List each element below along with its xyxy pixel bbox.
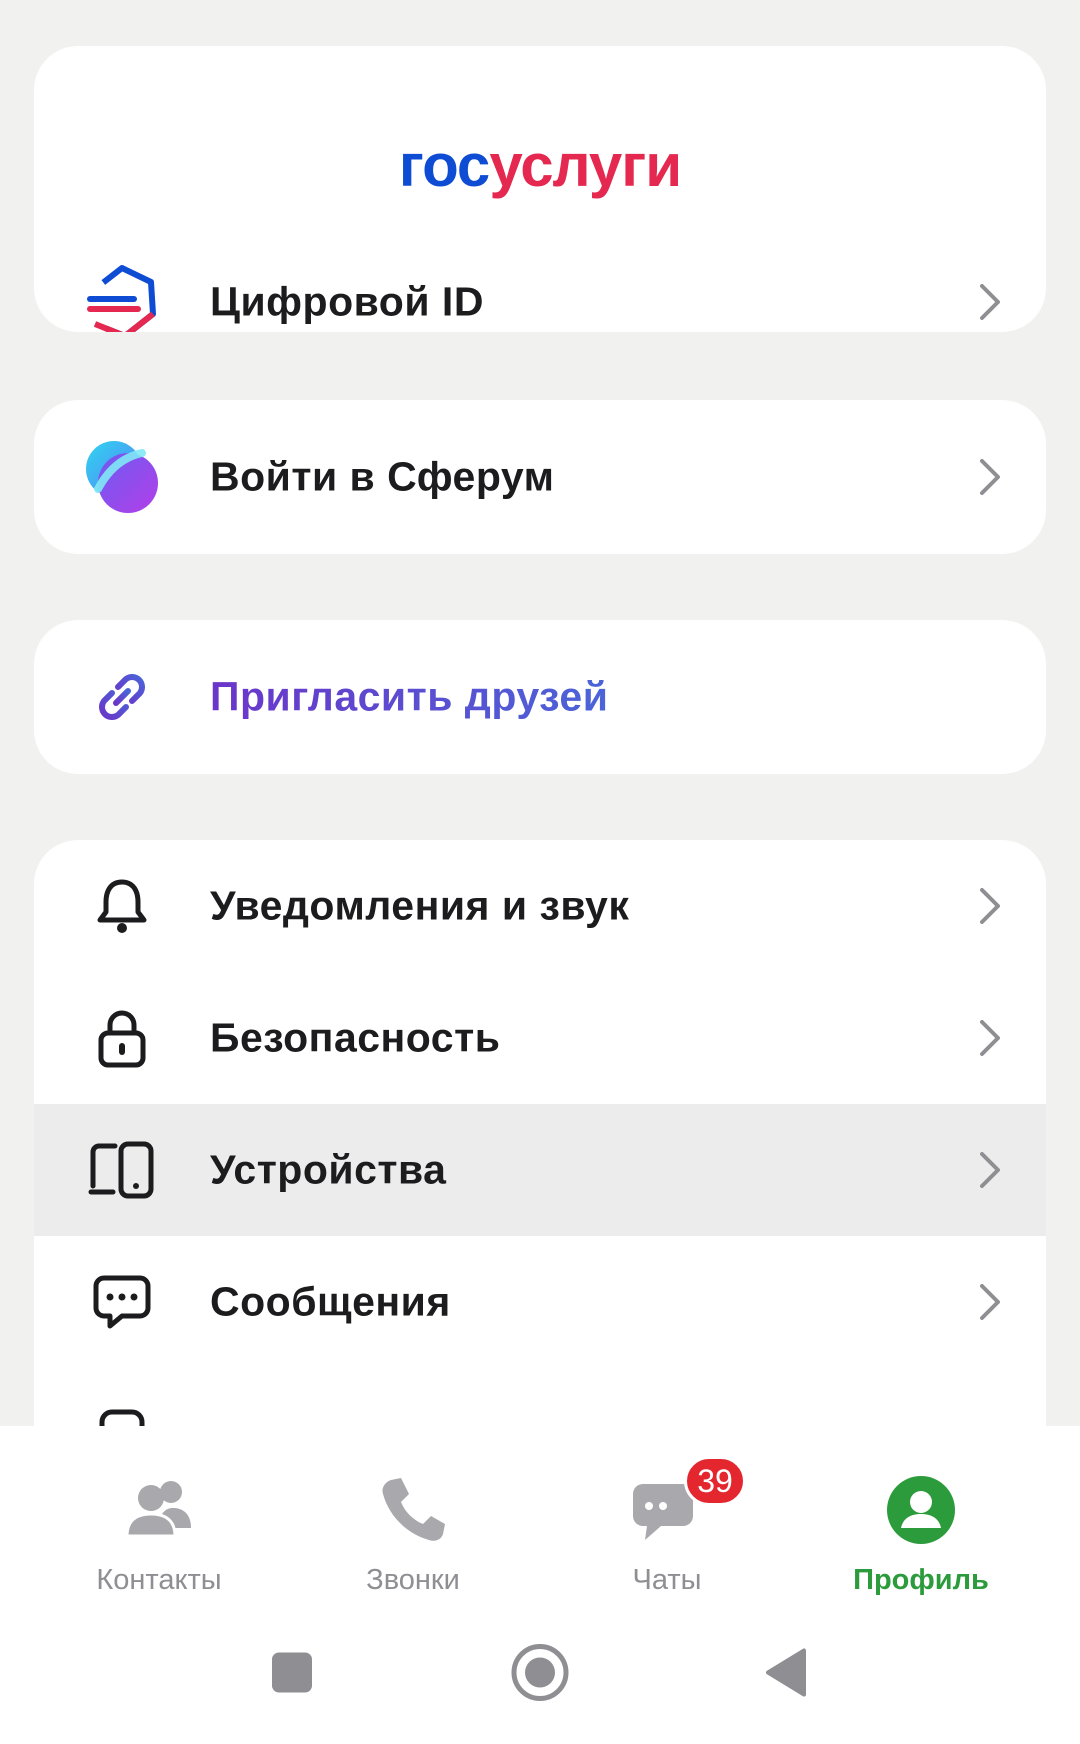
chevron-right-icon <box>980 459 1000 495</box>
invite-friends-label: Пригласить друзей <box>210 673 609 720</box>
digital-id-label: Цифровой ID <box>210 278 484 325</box>
sferum-card: Войти в Сферум <box>34 400 1046 554</box>
nav-tab-label: Чаты <box>632 1564 702 1596</box>
back-triangle-icon <box>766 1648 806 1697</box>
nav-tab-label: Контакты <box>96 1564 222 1596</box>
settings-item-label: Устройства <box>210 1146 447 1193</box>
home-button[interactable] <box>510 1643 570 1708</box>
gosuslugi-card: госуслуги Цифровой ID <box>34 46 1046 332</box>
gosuslugi-logo-part2: услуги <box>489 132 682 199</box>
sferum-row[interactable]: Войти в Сферум <box>34 400 1046 554</box>
settings-item-label: Безопасность <box>210 1014 501 1061</box>
contacts-icon <box>125 1481 191 1538</box>
phone-icon <box>382 1478 445 1541</box>
nav-tab-label: Звонки <box>366 1564 460 1596</box>
nav-tab-contacts[interactable]: Контакты <box>24 1426 294 1606</box>
gosuslugi-logo-part1: гос <box>398 132 490 199</box>
chats-unread-badge: 39 <box>684 1456 746 1506</box>
devices-icon <box>82 1130 162 1210</box>
profile-icon <box>887 1476 955 1544</box>
message-icon <box>82 1262 162 1342</box>
digital-id-icon <box>82 262 162 332</box>
chevron-right-icon <box>980 888 1000 924</box>
settings-item-notifications[interactable]: Уведомления и звук <box>34 840 1046 972</box>
recents-button[interactable] <box>270 1651 314 1700</box>
link-icon <box>82 657 162 737</box>
home-circle-icon <box>511 1644 569 1701</box>
digital-id-row[interactable]: Цифровой ID <box>34 236 1046 332</box>
lock-icon <box>82 998 162 1078</box>
bottom-nav: Контакты Звонки 39 Чаты Профиль <box>0 1426 1080 1606</box>
sferum-logo-icon <box>82 437 162 517</box>
settings-item-devices[interactable]: Устройства <box>34 1104 1046 1236</box>
square-icon <box>272 1652 312 1693</box>
invite-card: Пригласить друзей <box>34 620 1046 774</box>
settings-item-security[interactable]: Безопасность <box>34 972 1046 1104</box>
chevron-right-icon <box>980 1020 1000 1056</box>
settings-item-label: Сообщения <box>210 1278 451 1325</box>
chevron-right-icon <box>980 1284 1000 1320</box>
chevron-right-icon <box>980 1152 1000 1188</box>
nav-tab-profile[interactable]: Профиль <box>786 1426 1056 1606</box>
system-nav-bar <box>0 1606 1080 1744</box>
sferum-label: Войти в Сферум <box>210 453 555 500</box>
invite-friends-row[interactable]: Пригласить друзей <box>34 620 1046 774</box>
nav-tab-chats[interactable]: 39 Чаты <box>532 1426 802 1606</box>
settings-item-messages[interactable]: Сообщения <box>34 1236 1046 1368</box>
settings-item-label: Уведомления и звук <box>210 882 630 929</box>
nav-tab-label: Профиль <box>853 1564 989 1596</box>
chevron-right-icon <box>980 284 1000 320</box>
gosuslugi-logo: госуслуги <box>34 136 1046 196</box>
bell-icon <box>82 866 162 946</box>
back-button[interactable] <box>764 1647 808 1704</box>
nav-tab-calls[interactable]: Звонки <box>278 1426 548 1606</box>
settings-card: Уведомления и звук Безопасность Устройст… <box>34 840 1046 1440</box>
